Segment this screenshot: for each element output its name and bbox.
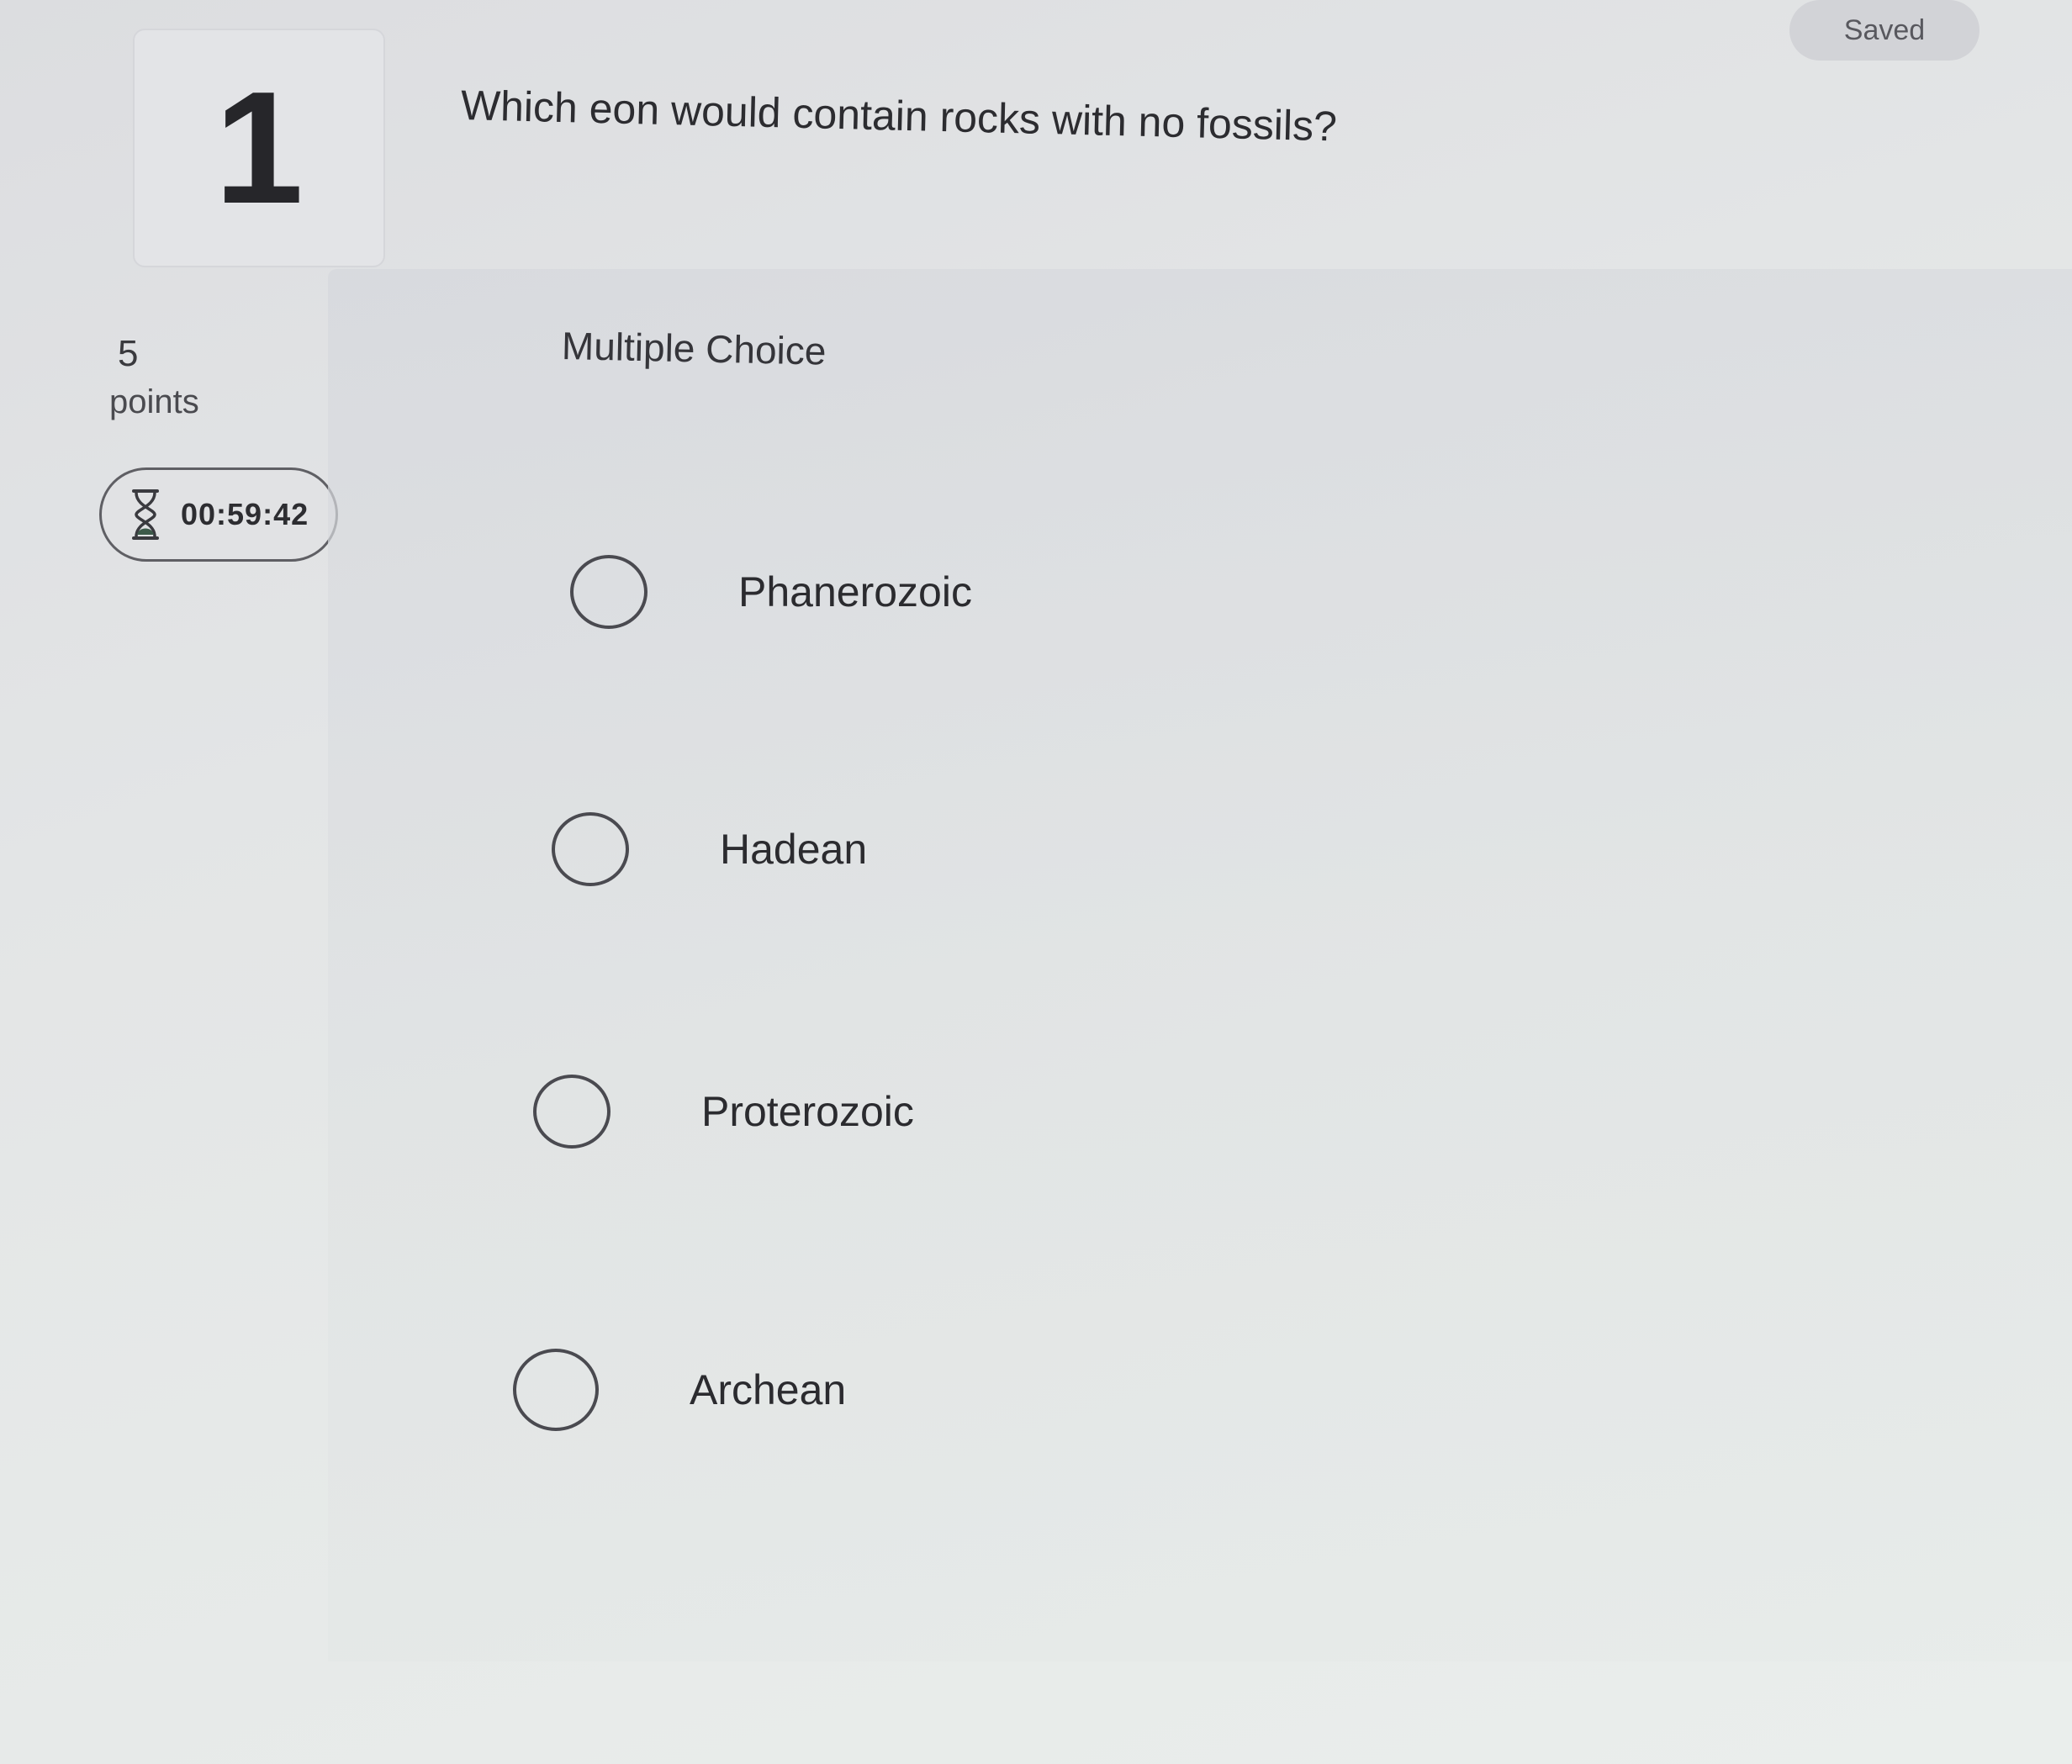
question-number: 1 bbox=[214, 59, 304, 237]
question-type-label: Multiple Choice bbox=[561, 324, 827, 373]
timer-badge: 00:59:42 bbox=[99, 467, 338, 562]
timer-value: 00:59:42 bbox=[181, 497, 309, 531]
answer-option-label: Hadean bbox=[720, 826, 868, 873]
answer-option-archean[interactable]: Archean bbox=[513, 1349, 846, 1431]
answer-panel bbox=[328, 269, 2072, 1661]
answer-option-phanerozoic[interactable]: Phanerozoic bbox=[570, 555, 972, 629]
radio-button[interactable] bbox=[570, 555, 648, 629]
points-label: points bbox=[109, 383, 199, 420]
answer-option-hadean[interactable]: Hadean bbox=[552, 812, 867, 886]
answer-option-label: Proterozoic bbox=[701, 1088, 914, 1135]
radio-button[interactable] bbox=[533, 1075, 610, 1149]
points-value: 5 bbox=[118, 333, 139, 374]
saved-status-badge: Saved bbox=[1789, 0, 1980, 61]
question-number-card: 1 bbox=[133, 29, 385, 267]
radio-button[interactable] bbox=[552, 812, 629, 886]
question-text: Which eon would contain rocks with no fo… bbox=[460, 82, 1338, 151]
answer-option-proterozoic[interactable]: Proterozoic bbox=[533, 1075, 914, 1149]
answer-option-label: Phanerozoic bbox=[738, 568, 972, 615]
hourglass-icon bbox=[132, 489, 159, 540]
radio-button[interactable] bbox=[513, 1349, 599, 1431]
answer-option-label: Archean bbox=[690, 1366, 847, 1413]
